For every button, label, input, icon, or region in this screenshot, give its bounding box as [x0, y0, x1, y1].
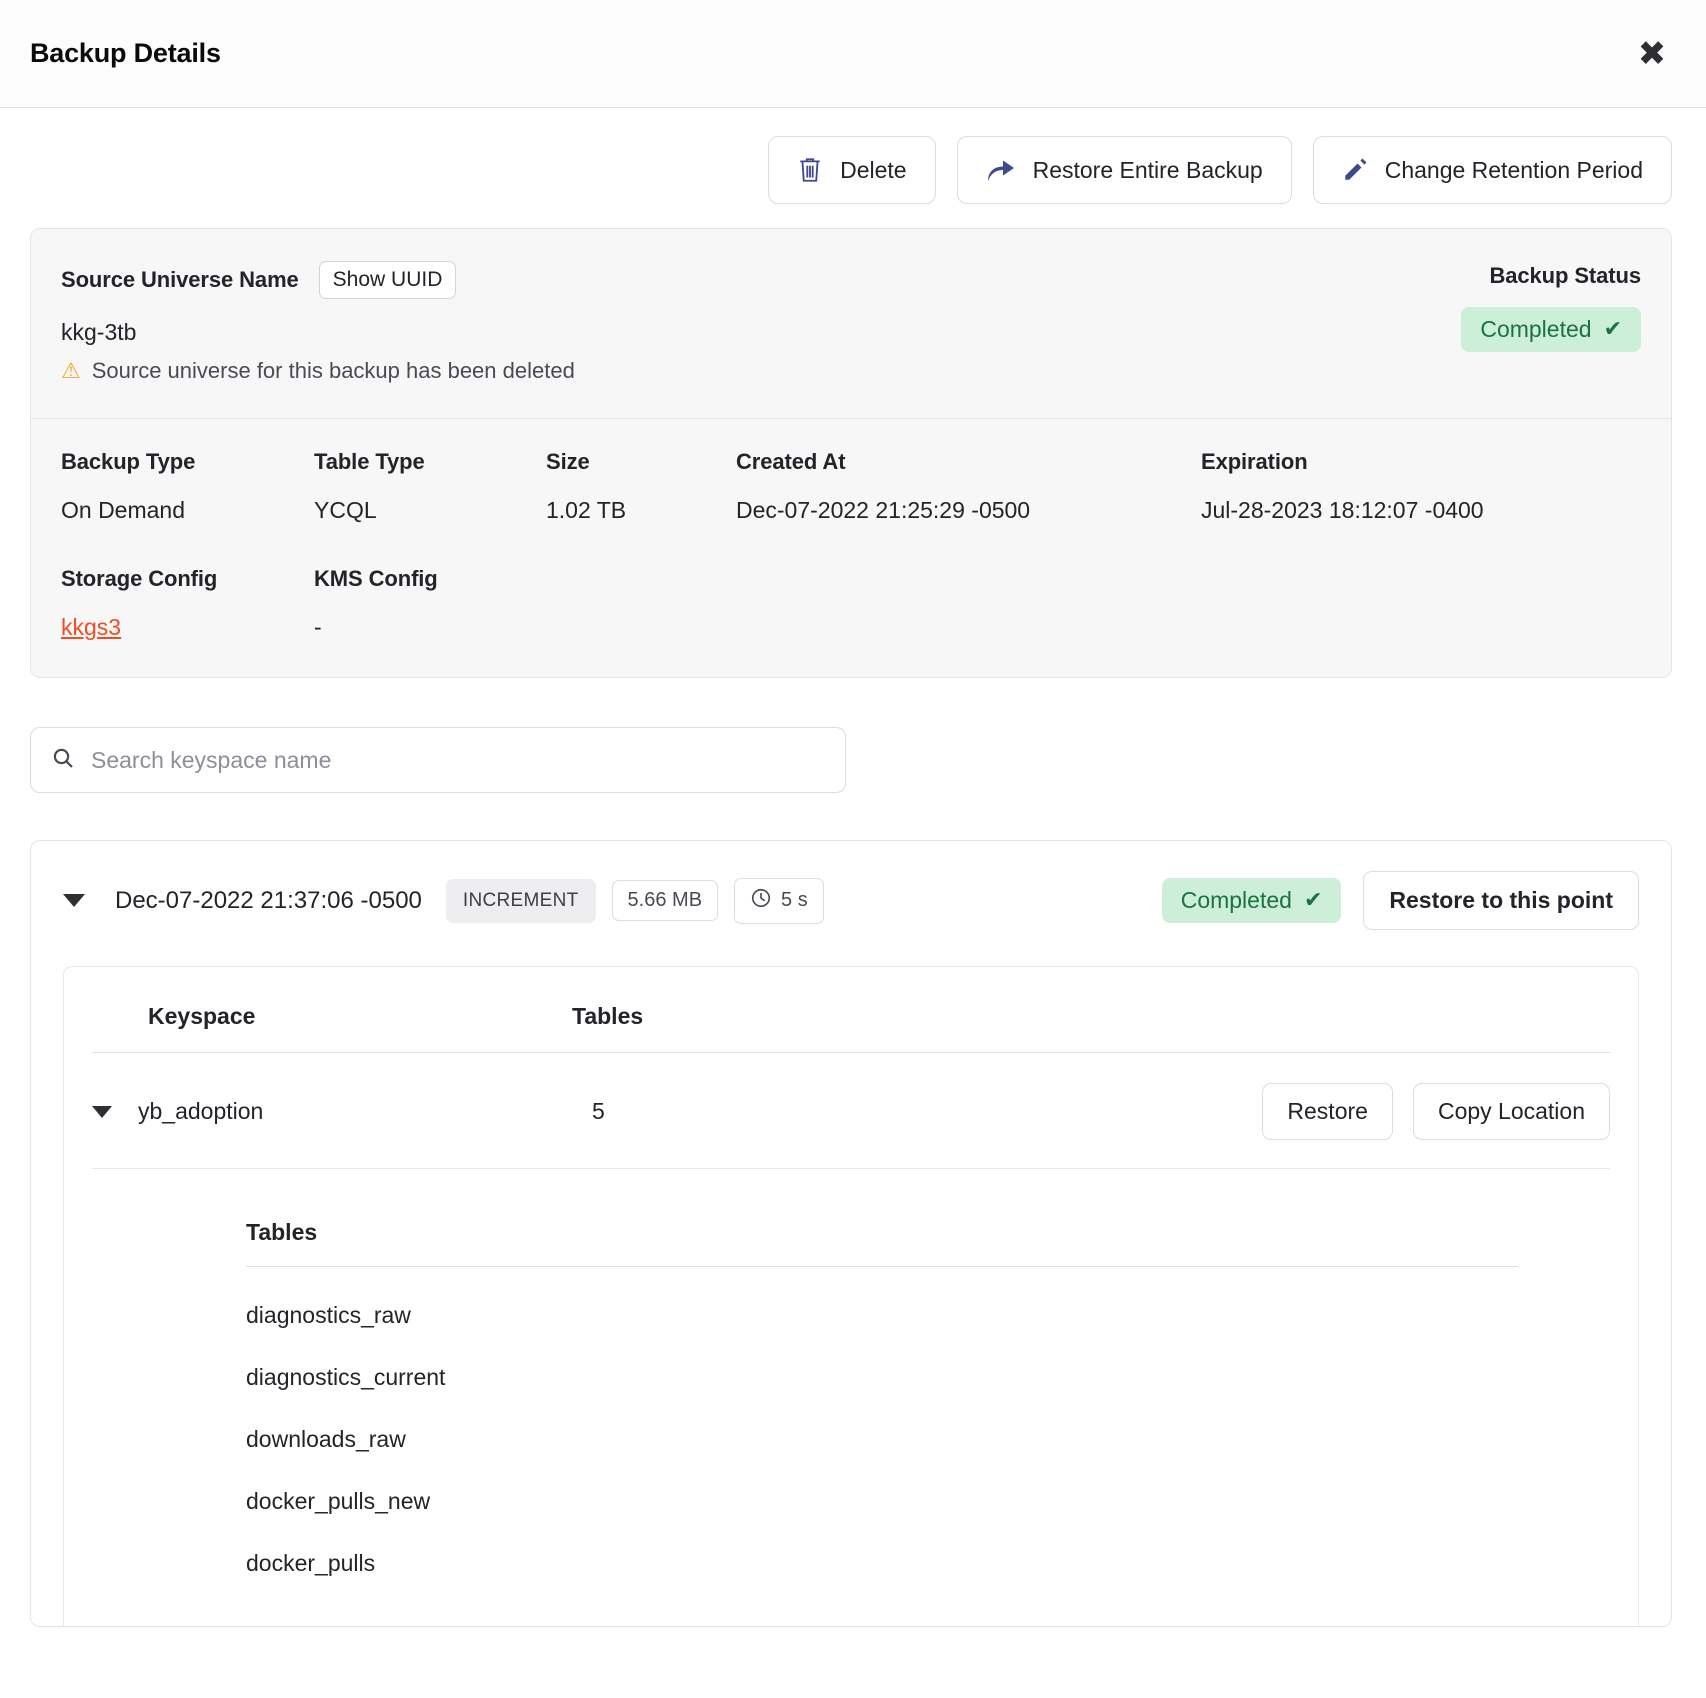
backup-info-row-1: Backup Type On Demand Table Type YCQL Si… [61, 449, 1641, 524]
table-type-label: Table Type [314, 449, 546, 475]
created-at-value: Dec-07-2022 21:25:29 -0500 [736, 497, 1201, 524]
restore-entire-backup-label: Restore Entire Backup [1033, 157, 1263, 184]
search-input[interactable] [91, 747, 825, 774]
page-title: Backup Details [30, 38, 221, 69]
tables-subsection: Tables diagnostics_raw diagnostics_curre… [92, 1169, 1610, 1577]
keyspace-name: yb_adoption [138, 1098, 592, 1125]
status-badge: Completed ✔ [1461, 307, 1641, 352]
field-storage-config: Storage Config kkgs3 [61, 566, 314, 641]
keyspace-row-actions: Restore Copy Location [1262, 1083, 1610, 1140]
keyspace-table-header: Keyspace Tables [92, 967, 1610, 1053]
size-label: Size [546, 449, 736, 475]
trash-icon [797, 156, 823, 184]
modal-header: Backup Details ✖ [0, 0, 1706, 108]
search-icon [51, 746, 75, 775]
increment-header-actions: Completed ✔ Restore to this point [1162, 871, 1639, 930]
search-box[interactable] [30, 727, 846, 793]
restore-entire-backup-button[interactable]: Restore Entire Backup [957, 136, 1292, 204]
check-icon: ✔ [1304, 888, 1322, 913]
list-item: docker_pulls_new [246, 1453, 1610, 1515]
backup-info-card: Source Universe Name Show UUID kkg-3tb ⚠… [30, 228, 1672, 678]
chevron-down-icon[interactable] [92, 1106, 112, 1118]
source-universe-warning-text: Source universe for this backup has been… [92, 358, 575, 384]
source-universe-block: Source Universe Name Show UUID kkg-3tb ⚠… [61, 261, 1461, 384]
column-header-tables: Tables [572, 1003, 643, 1030]
table-row: yb_adoption 5 Restore Copy Location [92, 1053, 1610, 1169]
copy-location-button[interactable]: Copy Location [1413, 1083, 1610, 1140]
field-size: Size 1.02 TB [546, 449, 736, 524]
table-type-value: YCQL [314, 497, 546, 524]
restore-to-this-point-button[interactable]: Restore to this point [1363, 871, 1639, 930]
backup-status-block: Backup Status Completed ✔ [1461, 261, 1641, 384]
kms-config-value: - [314, 614, 546, 641]
clock-icon [750, 887, 772, 915]
expiration-value: Jul-28-2023 18:12:07 -0400 [1201, 497, 1601, 524]
increment-duration-chip: 5 s [734, 878, 824, 924]
warning-triangle-icon: ⚠ [61, 360, 81, 382]
increment-type-chip: INCREMENT [446, 879, 596, 923]
backup-info-top: Source Universe Name Show UUID kkg-3tb ⚠… [31, 229, 1671, 419]
field-backup-type: Backup Type On Demand [61, 449, 314, 524]
storage-config-link[interactable]: kkgs3 [61, 614, 121, 640]
show-uuid-button[interactable]: Show UUID [319, 261, 457, 299]
backup-info-row-2: Storage Config kkgs3 KMS Config - [61, 566, 1641, 641]
list-item: docker_pulls [246, 1515, 1610, 1577]
pencil-icon [1342, 157, 1368, 183]
list-item: downloads_raw [246, 1391, 1610, 1453]
field-expiration: Expiration Jul-28-2023 18:12:07 -0400 [1201, 449, 1601, 524]
source-universe-warning: ⚠ Source universe for this backup has be… [61, 358, 1461, 384]
status-badge-label: Completed [1480, 316, 1591, 343]
list-item: diagnostics_raw [246, 1267, 1610, 1329]
backup-status-label: Backup Status [1461, 263, 1641, 289]
created-at-label: Created At [736, 449, 1201, 475]
backup-type-label: Backup Type [61, 449, 314, 475]
modal-body: Delete Restore Entire Backup Change Rete… [0, 108, 1706, 1627]
check-icon: ✔ [1604, 317, 1622, 342]
source-universe-label: Source Universe Name [61, 267, 299, 293]
increment-duration-value: 5 s [781, 889, 808, 912]
delete-button-label: Delete [840, 157, 906, 184]
backup-type-value: On Demand [61, 497, 314, 524]
delete-button[interactable]: Delete [768, 136, 935, 204]
increment-header-row: Dec-07-2022 21:37:06 -0500 INCREMENT 5.6… [31, 841, 1671, 958]
increment-card: Dec-07-2022 21:37:06 -0500 INCREMENT 5.6… [30, 840, 1672, 1627]
kms-config-label: KMS Config [314, 566, 546, 592]
expiration-label: Expiration [1201, 449, 1601, 475]
source-universe-name: kkg-3tb [61, 319, 1461, 346]
field-table-type: Table Type YCQL [314, 449, 546, 524]
increment-status-label: Completed [1181, 887, 1292, 914]
backup-info-grid: Backup Type On Demand Table Type YCQL Si… [31, 419, 1671, 677]
source-universe-row: Source Universe Name Show UUID [61, 261, 1461, 299]
column-header-keyspace: Keyspace [92, 1003, 572, 1030]
increment-timestamp: Dec-07-2022 21:37:06 -0500 [115, 887, 422, 915]
increment-status-badge: Completed ✔ [1162, 878, 1342, 923]
change-retention-period-button[interactable]: Change Retention Period [1313, 136, 1672, 204]
search-section [30, 678, 1672, 793]
chevron-down-icon[interactable] [63, 894, 85, 907]
restore-arrow-icon [986, 157, 1016, 183]
close-icon[interactable]: ✖ [1632, 34, 1672, 74]
size-value: 1.02 TB [546, 497, 736, 524]
change-retention-period-label: Change Retention Period [1385, 157, 1643, 184]
action-toolbar: Delete Restore Entire Backup Change Rete… [30, 108, 1672, 228]
restore-button[interactable]: Restore [1262, 1083, 1393, 1140]
increment-size-chip: 5.66 MB [612, 880, 718, 921]
field-kms-config: KMS Config - [314, 566, 546, 641]
list-item: diagnostics_current [246, 1329, 1610, 1391]
field-created-at: Created At Dec-07-2022 21:25:29 -0500 [736, 449, 1201, 524]
storage-config-label: Storage Config [61, 566, 314, 592]
keyspace-table-count: 5 [592, 1098, 605, 1125]
keyspace-table: Keyspace Tables yb_adoption 5 Restore Co… [63, 966, 1639, 1626]
tables-heading: Tables [246, 1169, 1610, 1266]
